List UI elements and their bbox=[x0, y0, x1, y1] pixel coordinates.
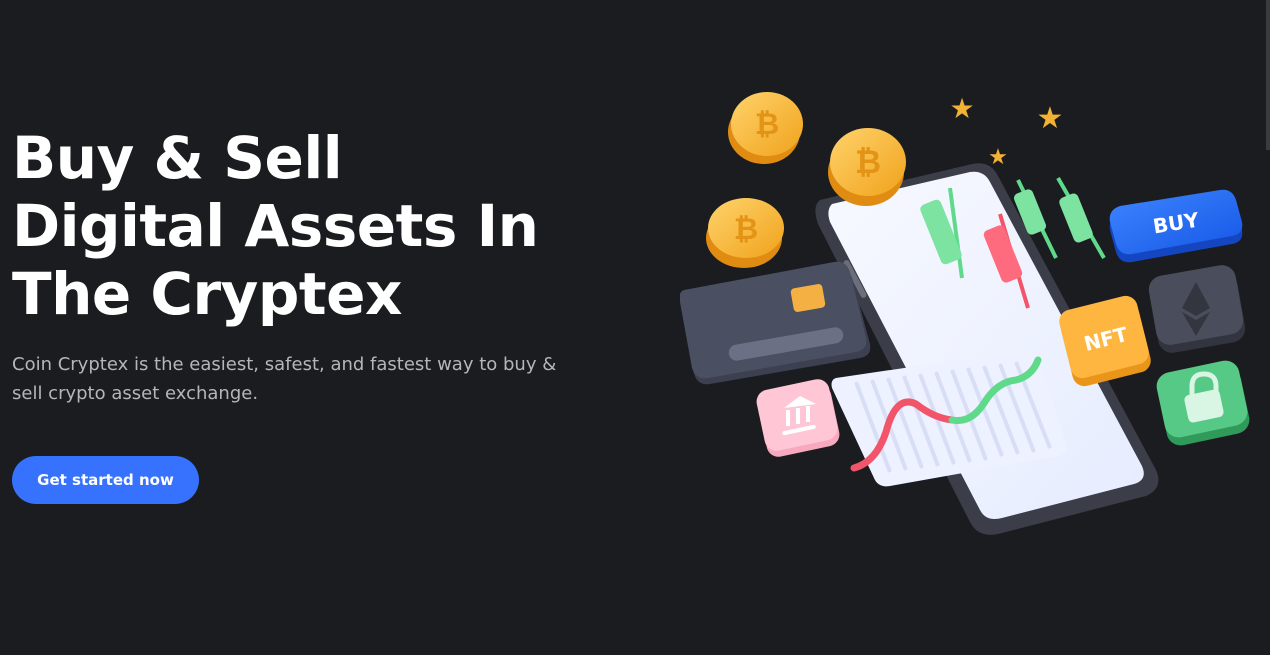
bitcoin-coin-icon: ₿ bbox=[728, 92, 803, 164]
star-icon: ★ bbox=[1037, 101, 1064, 136]
svg-text:₿: ₿ bbox=[734, 212, 758, 247]
hero-subtitle: Coin Cryptex is the easiest, safest, and… bbox=[12, 354, 557, 404]
svg-text:★: ★ bbox=[988, 145, 1008, 170]
bank-icon bbox=[756, 379, 840, 457]
scrollbar[interactable] bbox=[1266, 0, 1270, 150]
svg-text:₿: ₿ bbox=[755, 107, 779, 142]
svg-text:₿: ₿ bbox=[855, 143, 881, 181]
credit-card-icon bbox=[680, 261, 871, 385]
hero-section: Buy & Sell Digital Assets In The Cryptex… bbox=[12, 124, 612, 408]
lock-icon bbox=[1156, 360, 1250, 446]
svg-text:★: ★ bbox=[949, 92, 974, 125]
hero-title: Buy & Sell Digital Assets In The Cryptex bbox=[12, 124, 539, 328]
svg-text:★: ★ bbox=[1037, 101, 1064, 136]
star-icon: ★ bbox=[988, 145, 1008, 170]
bitcoin-coin-icon: ₿ bbox=[828, 128, 906, 206]
landing-page: Buy & Sell Digital Assets In The Cryptex… bbox=[0, 0, 1270, 655]
buy-tile: BUY bbox=[1109, 189, 1243, 263]
get-started-button[interactable]: Get started now bbox=[12, 456, 199, 504]
crypto-illustration: ₿ ₿ ₿ ★ ★ ★ BUY NFT bbox=[680, 92, 1250, 535]
bitcoin-coin-icon: ₿ bbox=[706, 198, 784, 268]
star-icon: ★ bbox=[949, 92, 974, 125]
ethereum-icon bbox=[1148, 265, 1246, 353]
